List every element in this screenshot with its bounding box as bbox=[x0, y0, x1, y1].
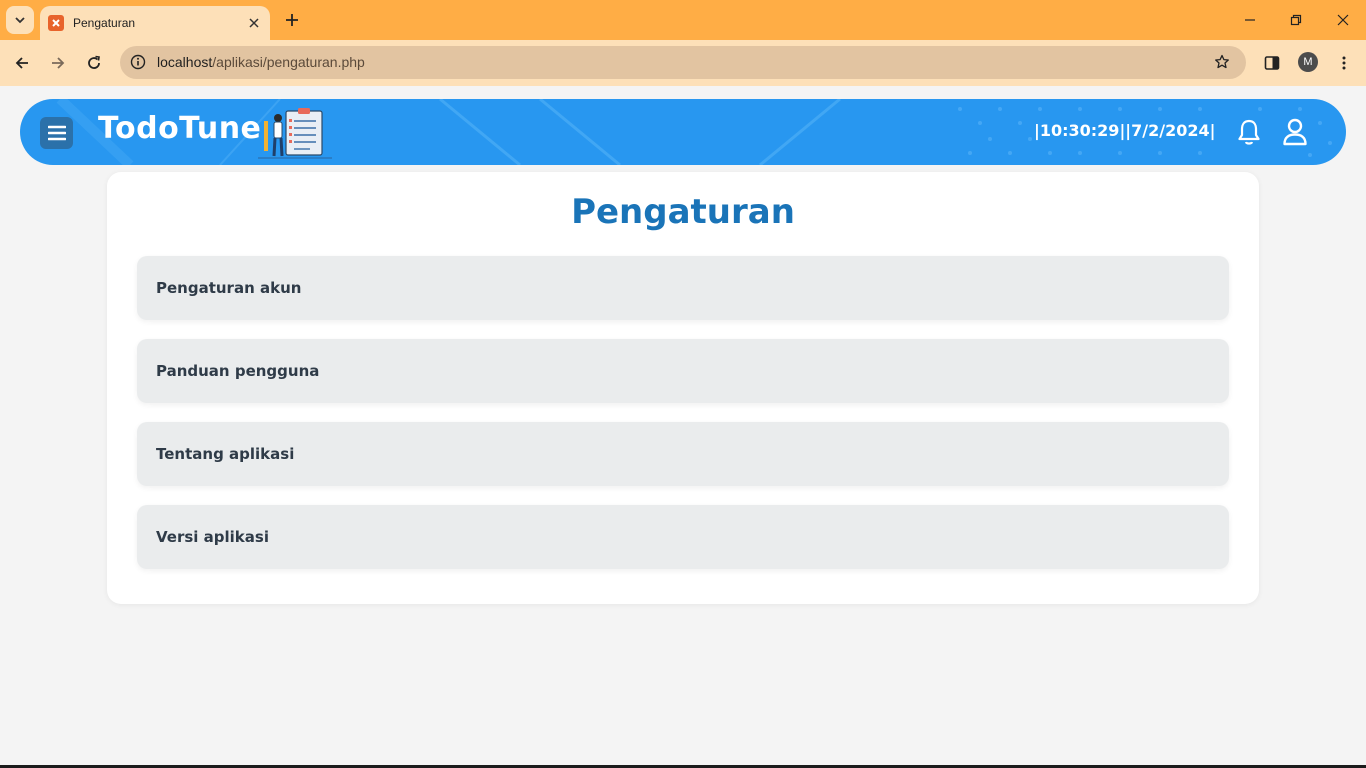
minimize-icon bbox=[1245, 19, 1255, 21]
checklist-illustration-icon bbox=[258, 108, 332, 159]
url-host: localhost bbox=[157, 54, 213, 70]
chevron-down-icon bbox=[15, 17, 25, 24]
restore-button[interactable] bbox=[1284, 8, 1308, 32]
arrow-left-icon bbox=[15, 57, 28, 69]
settings-item-account[interactable]: Pengaturan akun bbox=[137, 256, 1229, 320]
xampp-favicon-icon bbox=[48, 15, 64, 31]
brand-logo-text: TodoTune bbox=[98, 111, 262, 146]
url-path: /aplikasi/pengaturan.php bbox=[212, 54, 365, 70]
side-panel-icon bbox=[1264, 56, 1280, 70]
bookmark-star-icon[interactable] bbox=[1212, 52, 1232, 72]
side-panel-button[interactable] bbox=[1260, 51, 1284, 75]
tab-search-button[interactable] bbox=[6, 6, 34, 34]
address-bar[interactable]: localhost/aplikasi/pengaturan.php bbox=[120, 46, 1246, 79]
bell-icon[interactable] bbox=[1236, 118, 1262, 146]
settings-item-label: Pengaturan akun bbox=[156, 279, 302, 297]
tab-title: Pengaturan bbox=[73, 16, 136, 30]
clock-display: |10:30:29||7/2/2024| bbox=[1034, 121, 1216, 140]
hamburger-menu-button[interactable] bbox=[40, 117, 73, 149]
new-tab-button[interactable] bbox=[280, 8, 304, 32]
browser-toolbar: localhost/aplikasi/pengaturan.php M bbox=[0, 40, 1366, 86]
minimize-button[interactable] bbox=[1238, 8, 1262, 32]
settings-item-label: Tentang aplikasi bbox=[156, 445, 295, 463]
reload-button[interactable] bbox=[82, 51, 106, 75]
close-icon bbox=[1337, 14, 1349, 26]
page-title: Pengaturan bbox=[571, 192, 795, 232]
settings-item-version[interactable]: Versi aplikasi bbox=[137, 505, 1229, 569]
back-button[interactable] bbox=[10, 51, 34, 75]
profile-avatar[interactable]: M bbox=[1298, 52, 1318, 72]
browser-tab[interactable]: Pengaturan bbox=[40, 6, 270, 40]
user-icon[interactable] bbox=[1282, 117, 1308, 147]
app-header: TodoTune |10:30:29||7/2/2024| bbox=[20, 99, 1346, 165]
browser-menu-button[interactable] bbox=[1332, 51, 1356, 75]
site-info-icon[interactable] bbox=[128, 52, 148, 72]
close-window-button[interactable] bbox=[1331, 8, 1355, 32]
settings-item-user-guide[interactable]: Panduan pengguna bbox=[137, 339, 1229, 403]
settings-item-label: Versi aplikasi bbox=[156, 528, 269, 546]
settings-card: Pengaturan Pengaturan akun Panduan pengg… bbox=[107, 172, 1259, 604]
browser-tab-strip: Pengaturan bbox=[0, 0, 1366, 40]
kebab-menu-icon bbox=[1342, 56, 1346, 70]
url-text[interactable]: localhost/aplikasi/pengaturan.php bbox=[157, 54, 365, 70]
arrow-right-icon bbox=[52, 57, 65, 69]
reload-icon bbox=[88, 55, 100, 69]
settings-item-about[interactable]: Tentang aplikasi bbox=[137, 422, 1229, 486]
restore-icon bbox=[1290, 14, 1302, 26]
tab-close-button[interactable] bbox=[246, 15, 262, 31]
settings-item-label: Panduan pengguna bbox=[156, 362, 320, 380]
hamburger-icon bbox=[47, 125, 66, 141]
forward-button[interactable] bbox=[46, 51, 70, 75]
close-icon bbox=[249, 18, 259, 28]
plus-icon bbox=[286, 14, 298, 26]
